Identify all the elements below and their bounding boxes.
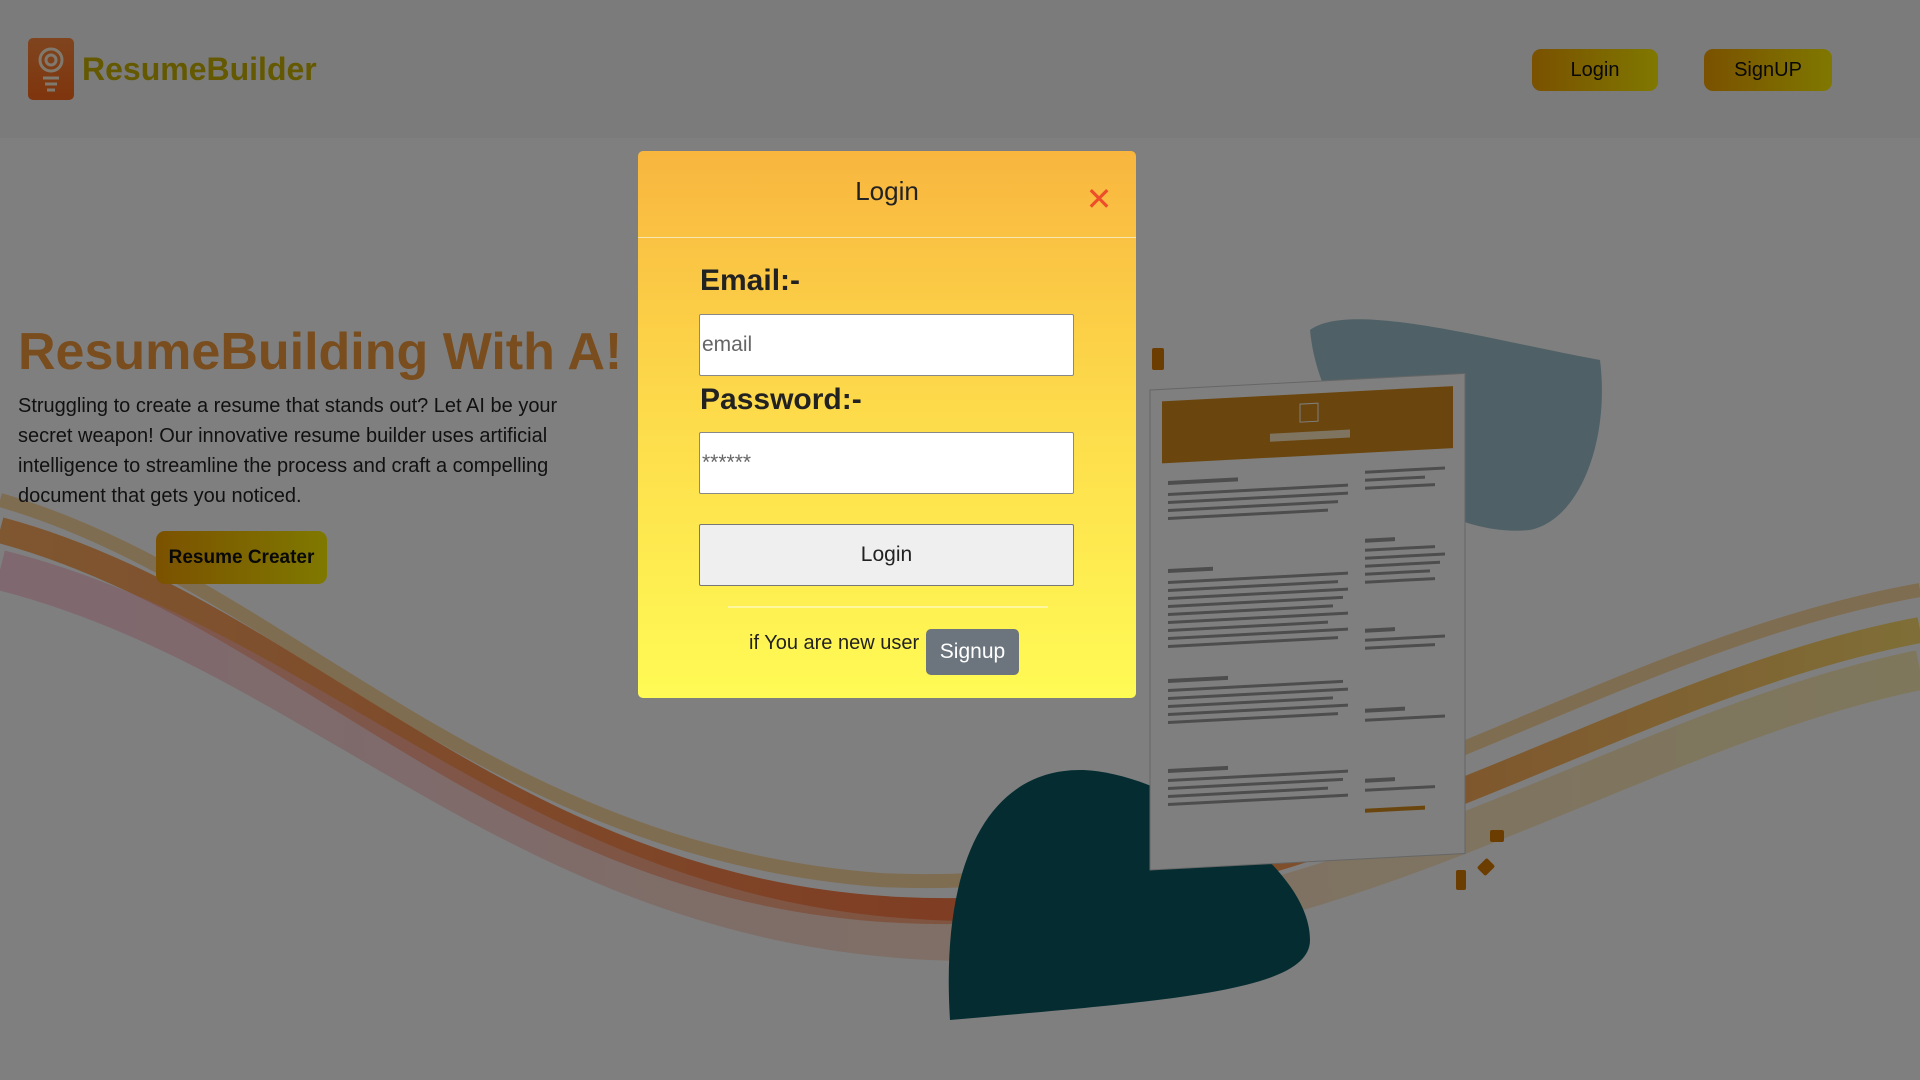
password-field[interactable] <box>699 432 1074 494</box>
email-field[interactable] <box>699 314 1074 376</box>
divider <box>728 606 1048 608</box>
login-modal: Login ✕ Email:- Password:- Login if You … <box>638 151 1136 698</box>
password-label: Password:- <box>700 383 862 416</box>
signup-button[interactable]: Signup <box>926 629 1019 675</box>
modal-header: Login ✕ <box>638 151 1136 238</box>
login-submit-button[interactable]: Login <box>699 524 1074 586</box>
new-user-text: if You are new user <box>749 632 920 654</box>
modal-title: Login <box>855 176 919 206</box>
email-label: Email:- <box>700 264 801 297</box>
close-icon[interactable]: ✕ <box>1084 183 1114 215</box>
